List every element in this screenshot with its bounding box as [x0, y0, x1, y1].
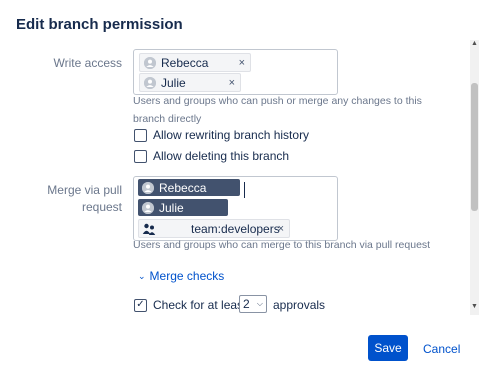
scroll-down-icon[interactable]: ▼ — [470, 303, 479, 310]
merge-via-pr-field[interactable]: Rebecca Julie team:developers × — [133, 176, 338, 241]
group-icon — [142, 222, 156, 236]
merge-via-pr-label-line1: Merge via pull — [47, 183, 122, 197]
merge-checks-toggle[interactable]: ⌄ Merge checks — [138, 269, 224, 283]
merge-via-pr-help: Users and groups who can merge to this b… — [133, 239, 431, 251]
merge-via-pr-label: Merge via pull request — [40, 182, 122, 216]
allow-rewriting-checkbox[interactable]: Allow rewriting branch history — [134, 128, 309, 142]
text-cursor — [244, 182, 245, 198]
user-chip-name: Julie — [161, 75, 186, 90]
user-chip-julie-selected[interactable]: Julie — [138, 199, 228, 216]
remove-user-icon[interactable]: × — [239, 57, 245, 69]
user-chip-name: Rebecca — [161, 55, 209, 70]
chevron-down-icon: ⌄ — [138, 270, 146, 281]
user-chip-name: Julie — [159, 200, 184, 215]
avatar-icon — [142, 181, 154, 194]
user-chip-name: Rebecca — [159, 180, 207, 195]
remove-user-icon[interactable]: × — [229, 77, 235, 89]
write-access-field[interactable]: Rebecca × Julie × — [133, 49, 338, 95]
scrollbar-thumb[interactable] — [471, 83, 478, 211]
avatar-icon — [142, 201, 154, 214]
merge-via-pr-label-line2: request — [81, 200, 122, 214]
user-chip-julie: Julie × — [139, 73, 241, 92]
approvals-suffix: approvals — [273, 298, 326, 312]
approvals-checkbox[interactable]: ✓ Check for at least — [134, 298, 246, 312]
allow-deleting-checkbox[interactable]: Allow deleting this branch — [134, 149, 289, 163]
allow-rewriting-label: Allow rewriting branch history — [153, 128, 310, 142]
merge-checks-label: Merge checks — [149, 269, 225, 283]
scroll-up-icon[interactable]: ▲ — [470, 40, 479, 47]
user-chip-rebecca: Rebecca × — [139, 53, 251, 72]
save-button[interactable]: Save — [368, 335, 408, 361]
allow-deleting-label: Allow deleting this branch — [153, 149, 290, 163]
checkbox-checked-icon[interactable]: ✓ — [134, 298, 147, 312]
write-access-help: Users and groups who can push or merge a… — [133, 95, 422, 125]
write-access-label: Write access — [53, 56, 122, 70]
chevron-down-icon: ⌵ — [256, 299, 263, 308]
avatar-icon — [144, 56, 156, 69]
approvals-count-value: 2 — [243, 297, 250, 311]
cancel-button[interactable]: Cancel — [423, 342, 460, 356]
approvals-count-select[interactable]: 2 ⌵ — [239, 295, 267, 313]
checkbox-icon[interactable] — [134, 149, 147, 163]
avatar-icon — [144, 76, 156, 89]
checkbox-icon[interactable] — [134, 128, 147, 142]
dialog-title: Edit branch permission — [16, 16, 183, 33]
user-chip-rebecca-selected[interactable]: Rebecca — [138, 179, 240, 196]
group-chip-name: team:developers — [191, 221, 280, 236]
approvals-check-label: Check for at least — [153, 298, 247, 312]
remove-group-icon[interactable]: × — [278, 223, 284, 235]
